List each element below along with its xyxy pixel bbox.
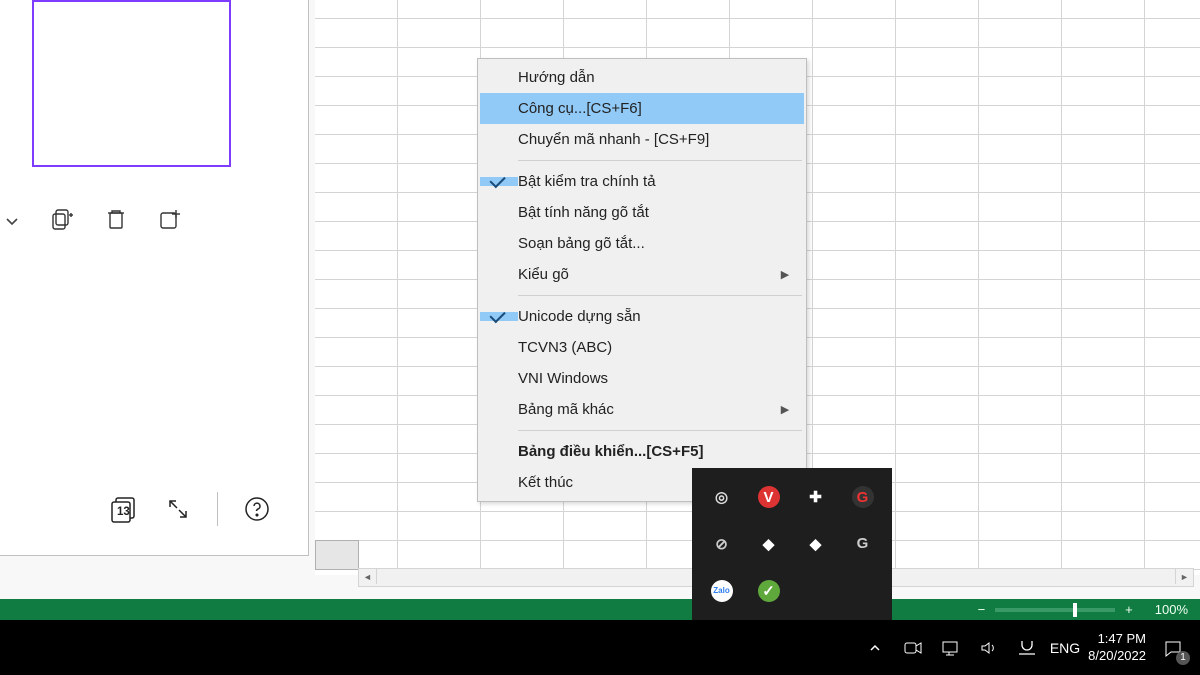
menu-item-label: Kiểu gõ (518, 266, 776, 283)
menu-item-label: Bật tính năng gõ tắt (518, 204, 776, 221)
menu-item-label: VNI Windows (518, 370, 776, 387)
zoom-thumb[interactable] (1073, 603, 1077, 617)
menu-separator (518, 430, 802, 431)
check-icon (480, 312, 518, 321)
menu-item-label: Công cụ...[CS+F6] (518, 100, 776, 117)
check-icon[interactable]: ✓ (747, 569, 790, 612)
language-indicator[interactable]: ENG (1050, 633, 1080, 663)
menu-item[interactable]: Unicode dựng sẵn (480, 301, 804, 332)
submenu-arrow-icon: ▶ (776, 403, 794, 416)
menu-item-label: Hướng dẫn (518, 69, 776, 86)
row-header-corner[interactable] (315, 540, 359, 570)
menu-item[interactable]: Chuyển mã nhanh - [CS+F9] (480, 124, 804, 155)
new-tab-icon[interactable] (157, 206, 183, 232)
system-tray-popup: ◎V✚G⊘◆◆GZalo✓ (692, 468, 892, 620)
menu-separator (518, 295, 802, 296)
status-bar: − + 100% (0, 599, 1200, 620)
selected-object-frame[interactable] (32, 0, 231, 167)
menu-item[interactable]: Bảng mã khác▶ (480, 394, 804, 425)
clock-time: 1:47 PM (1088, 631, 1146, 647)
menu-item[interactable]: Bật kiểm tra chính tả (480, 166, 804, 197)
divider (217, 492, 218, 526)
scroll-right-button[interactable]: ► (1175, 569, 1193, 584)
menu-item[interactable]: Bảng điều khiển...[CS+F5] (480, 436, 804, 467)
nvidia2-icon[interactable]: ◆ (794, 523, 837, 566)
zoom-slider[interactable] (995, 608, 1115, 612)
app-window: ◄ ► 13 (0, 0, 1200, 617)
clock[interactable]: 1:47 PM 8/20/2022 (1088, 631, 1146, 664)
zoom-out-button[interactable]: − (978, 602, 986, 617)
menu-item[interactable]: Công cụ...[CS+F6] (480, 93, 804, 124)
submenu-arrow-icon: ▶ (776, 268, 794, 281)
clock-date: 8/20/2022 (1088, 648, 1146, 664)
menu-item[interactable]: VNI Windows (480, 363, 804, 394)
notification-count: 1 (1176, 651, 1190, 665)
page-count-icon[interactable]: 13 (109, 494, 139, 524)
chevron-down-icon[interactable] (2, 211, 22, 231)
menu-item[interactable]: Soạn bảng gõ tắt... (480, 228, 804, 259)
defender-icon[interactable]: ✚ (794, 476, 837, 519)
zalo-icon[interactable]: Zalo (700, 569, 743, 612)
tray-expand-icon[interactable] (860, 633, 890, 663)
check-icon (480, 177, 518, 186)
logitech-icon[interactable]: G (841, 523, 884, 566)
nvidia-icon[interactable]: ◆ (747, 523, 790, 566)
zoom-value[interactable]: 100% (1155, 602, 1188, 617)
menu-item-label: Chuyển mã nhanh - [CS+F9] (518, 131, 776, 148)
notifications-icon[interactable]: 1 (1158, 633, 1188, 663)
menu-item[interactable]: Bật tính năng gõ tắt (480, 197, 804, 228)
menu-item-label: Bảng mã khác (518, 401, 776, 418)
context-menu: Hướng dẫn Công cụ...[CS+F6] Chuyển mã nhan… (477, 58, 807, 502)
menu-item[interactable]: Hướng dẫn (480, 62, 804, 93)
fullscreen-icon[interactable] (163, 494, 193, 524)
menu-separator (518, 160, 802, 161)
ime-icon[interactable] (1012, 633, 1042, 663)
help-icon[interactable] (242, 494, 272, 524)
menu-item-label: Bật kiểm tra chính tả (518, 173, 776, 190)
side-panel: 13 (0, 0, 309, 556)
trash-icon[interactable] (103, 206, 129, 232)
scroll-left-button[interactable]: ◄ (359, 569, 377, 584)
page-count-value: 13 (117, 506, 130, 518)
garena-icon[interactable]: G (841, 476, 884, 519)
menu-item-label: Bảng điều khiển...[CS+F5] (518, 443, 776, 460)
taskbar: ENG 1:47 PM 8/20/2022 1 (0, 620, 1200, 675)
unikey-icon[interactable]: V (747, 476, 790, 519)
camera-icon[interactable]: ◎ (700, 476, 743, 519)
volume-icon[interactable] (974, 633, 1004, 663)
menu-item-label: Soạn bảng gõ tắt... (518, 235, 776, 252)
meet-now-icon[interactable] (898, 633, 928, 663)
menu-item-label: TCVN3 (ABC) (518, 339, 776, 356)
network-icon[interactable] (936, 633, 966, 663)
menu-item-label: Unicode dựng sẵn (518, 308, 776, 325)
link-icon[interactable]: ⊘ (700, 523, 743, 566)
copy-icon[interactable] (49, 206, 75, 232)
zoom-in-button[interactable]: + (1125, 602, 1133, 617)
menu-item[interactable]: TCVN3 (ABC) (480, 332, 804, 363)
menu-item[interactable]: Kiểu gõ▶ (480, 259, 804, 290)
